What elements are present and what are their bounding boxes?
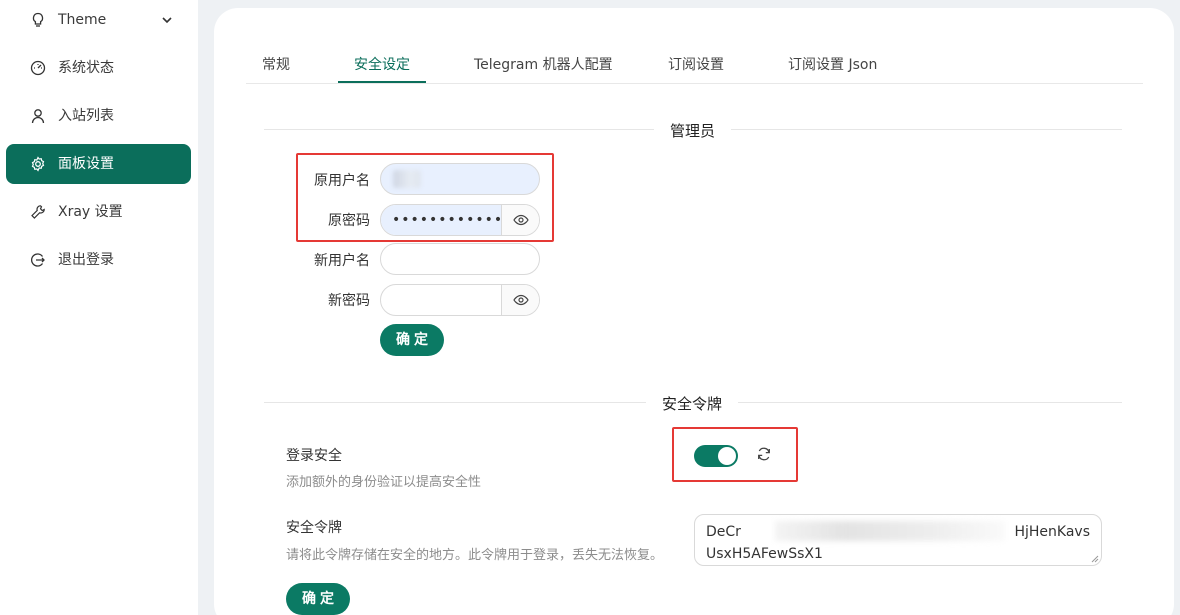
sidebar-item-logout[interactable]: 退出登录	[6, 240, 191, 280]
old-username-label: 原用户名	[314, 173, 370, 189]
tab-subscription[interactable]: 订阅设置	[668, 54, 724, 74]
tool-icon	[31, 205, 45, 219]
sidebar: Theme 系统状态 入站列表 面板设置 Xray 设置 退出登录	[0, 0, 198, 615]
admin-section-title: 管理员	[654, 120, 732, 141]
sidebar-item-label: 入站列表	[58, 108, 114, 124]
chevron-down-icon[interactable]	[161, 12, 173, 28]
refresh-icon[interactable]	[756, 446, 772, 462]
old-password-input[interactable]: •••••••••••••••	[381, 205, 530, 235]
show-password-toggle[interactable]	[501, 205, 539, 235]
settings-card: 常规 安全设定 Telegram 机器人配置 订阅设置 订阅设置 Json 管理…	[214, 8, 1174, 615]
sidebar-item-system-status[interactable]: 系统状态	[6, 48, 191, 88]
sidebar-item-label: Xray 设置	[58, 204, 123, 220]
sidebar-item-panel-settings[interactable]: 面板设置	[6, 144, 191, 184]
new-password-input[interactable]	[381, 285, 501, 315]
sidebar-item-inbounds[interactable]: 入站列表	[6, 96, 191, 136]
login-security-switch[interactable]	[694, 445, 738, 467]
token-value-end: HjHenKavs	[1014, 524, 1090, 540]
show-password-toggle[interactable]	[501, 285, 539, 315]
tab-subscription-json[interactable]: 订阅设置 Json	[788, 54, 877, 74]
sidebar-item-theme[interactable]: Theme	[6, 0, 191, 40]
security-token-textarea[interactable]: DeCr HjHenKavs UsxH5AFewSsX1	[694, 514, 1102, 566]
new-password-label: 新密码	[328, 293, 370, 309]
bulb-icon	[32, 12, 44, 27]
sidebar-item-label: 系统状态	[58, 60, 114, 76]
old-password-field[interactable]: •••••••••••••••	[380, 204, 540, 236]
sidebar-item-label: 退出登录	[58, 252, 114, 268]
new-username-field[interactable]	[380, 243, 540, 275]
tab-security[interactable]: 安全设定	[354, 54, 410, 74]
dashboard-icon	[30, 60, 46, 76]
tab-telegram-bot[interactable]: Telegram 机器人配置	[474, 54, 613, 74]
sidebar-item-label: 面板设置	[58, 156, 114, 172]
switch-knob	[718, 447, 736, 465]
gear-icon	[31, 156, 45, 172]
redacted-value	[775, 521, 1005, 541]
old-password-label: 原密码	[328, 213, 370, 229]
sidebar-item-xray-settings[interactable]: Xray 设置	[6, 192, 191, 232]
admin-confirm-button[interactable]: 确定	[380, 324, 444, 356]
security-token-title: 安全令牌	[286, 520, 342, 536]
new-username-label: 新用户名	[314, 253, 370, 269]
sidebar-item-label: Theme	[58, 12, 107, 28]
login-security-title: 登录安全	[286, 448, 342, 464]
token-value-line2: UsxH5AFewSsX1	[706, 546, 823, 562]
new-password-field[interactable]	[380, 284, 540, 316]
user-icon	[31, 109, 45, 124]
settings-tabs: 常规 安全设定 Telegram 机器人配置 订阅设置 订阅设置 Json	[246, 48, 1143, 84]
eye-icon	[512, 294, 529, 306]
logout-icon	[31, 253, 45, 267]
old-username-field[interactable]	[380, 163, 540, 195]
login-security-desc: 添加额外的身份验证以提高安全性	[286, 475, 482, 490]
eye-icon	[512, 214, 529, 226]
tab-active-indicator	[338, 81, 426, 83]
security-token-desc: 请将此令牌存储在安全的地方。此令牌用于登录，丢失无法恢复。	[286, 548, 664, 563]
resize-handle-icon[interactable]	[1091, 555, 1099, 563]
token-value-start: DeCr	[706, 524, 741, 540]
tab-general[interactable]: 常规	[262, 54, 290, 74]
token-section-title: 安全令牌	[646, 393, 739, 414]
redacted-value	[393, 170, 421, 188]
token-confirm-button[interactable]: 确定	[286, 583, 350, 615]
